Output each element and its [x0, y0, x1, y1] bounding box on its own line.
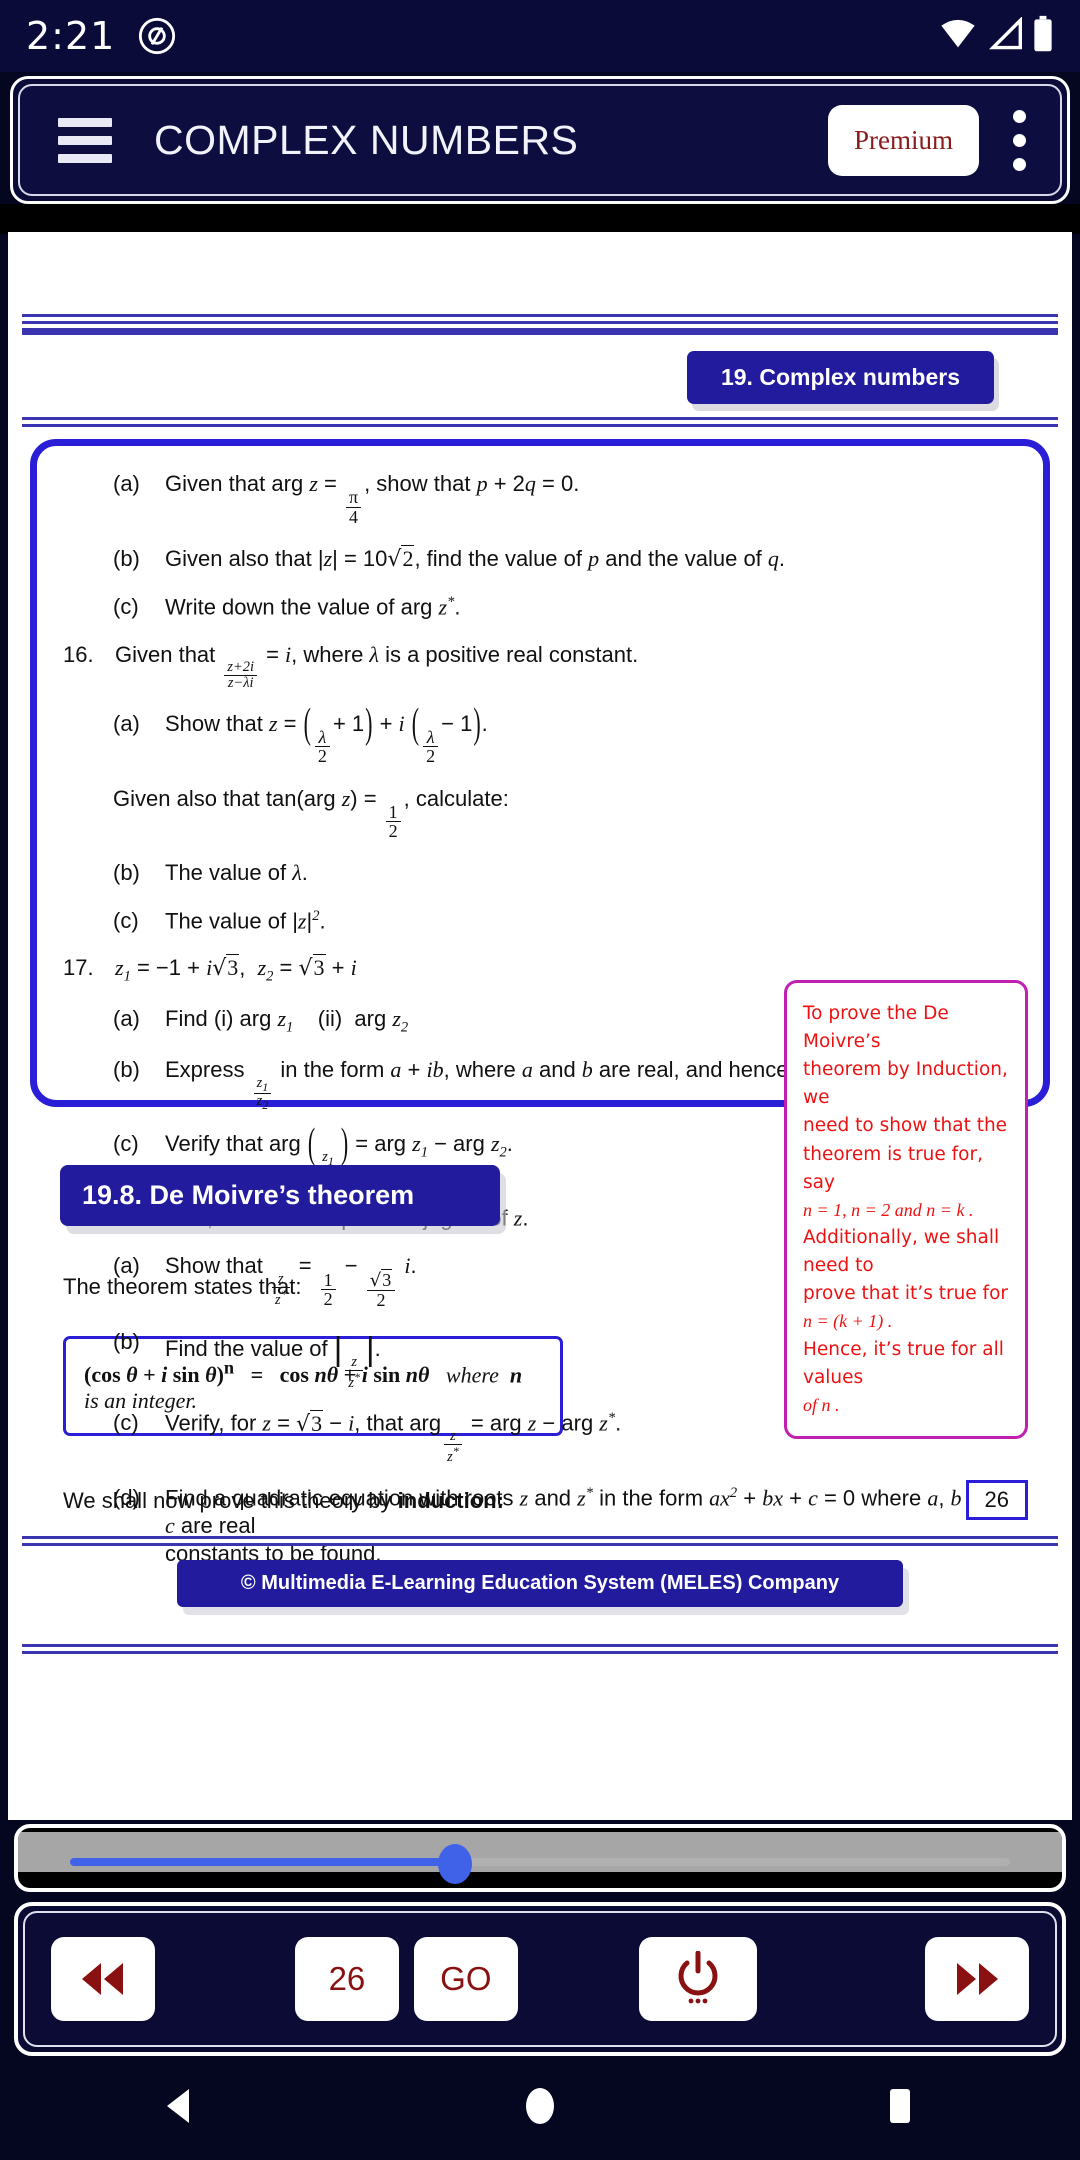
question-label: (b) — [113, 1057, 140, 1083]
question-label: (b) — [113, 1329, 140, 1355]
note-line: Additionally, we shall need to — [803, 1227, 1000, 1277]
home-circle-icon[interactable] — [515, 2081, 565, 2136]
note-line: To prove the De Moivre’s — [803, 1003, 949, 1053]
note-line: theorem is true for, say — [803, 1143, 983, 1193]
transport-bar: 26 GO — [14, 1902, 1066, 2056]
question-subitem: (b) The value of λ. — [63, 859, 1017, 887]
question-label: (b) — [113, 545, 140, 571]
question-item: 16. Given that z+2i z−λi = i, where λ is a… — [63, 641, 1017, 691]
recents-square-icon[interactable] — [875, 2081, 925, 2136]
question-text: Given also that |z| = 10√2, find the val… — [165, 544, 786, 572]
de-moivre-heading: 19.8. De Moivre’s theorem — [60, 1165, 500, 1226]
footer-rules-top — [22, 1532, 1058, 1550]
app-root: 2:21 COMPLEX NUMBERS Premium 19. Complex… — [0, 0, 1080, 2160]
page-seek-bar[interactable] — [14, 1824, 1066, 1892]
question-subitem: (a) Given that arg z = π4, show that p + … — [63, 470, 1017, 526]
note-line: theorem by Induction, we — [803, 1059, 1008, 1109]
note-line: prove that it’s true for — [803, 1283, 1008, 1305]
note-line: of n . — [803, 1395, 840, 1416]
question-label: 17. — [63, 955, 94, 981]
mid-rules — [8, 417, 1072, 427]
seek-track-background — [18, 1832, 1062, 1872]
forward-button[interactable] — [925, 1937, 1030, 2021]
battery-icon — [1032, 15, 1054, 58]
question-subitem: Given also that tan(arg z) = 12, calcula… — [63, 785, 1017, 841]
premium-button[interactable]: Premium — [828, 104, 979, 176]
question-text: Given that arg z = π4, show that p + 2q … — [165, 471, 580, 527]
question-subitem: (c) The value of |z|2. — [63, 907, 1017, 935]
question-label: (b) — [113, 860, 140, 886]
question-text: Write down the value of arg z*. — [165, 594, 461, 620]
document-page[interactable]: 19. Complex numbers (a) Given that arg z … — [8, 232, 1072, 1820]
kebab-menu-icon[interactable] — [1013, 109, 1026, 171]
question-subitem: (b) Given also that |z| = 10√2, find the … — [63, 544, 1017, 574]
top-rules — [8, 314, 1072, 335]
page-number-input[interactable]: 26 — [294, 1937, 399, 2021]
go-button[interactable]: GO — [413, 1937, 518, 2021]
status-icons — [938, 15, 1054, 58]
appbar-shadow-strip — [0, 204, 1080, 234]
footer-banner-wrap: © Multimedia E-Learning Education System… — [8, 1560, 1072, 1607]
question-label: (d) — [113, 1484, 140, 1510]
question-subitem: (d) Find a quadratic equation with roots … — [63, 1484, 1017, 1569]
back-triangle-icon[interactable] — [155, 2081, 205, 2136]
note-line: n = 1, n = 2 and n = k . — [803, 1199, 974, 1220]
page-title: COMPLEX NUMBERS — [154, 116, 579, 163]
seek-thumb[interactable] — [438, 1844, 473, 1884]
status-time: 2:21 — [26, 14, 116, 58]
rewind-button[interactable] — [51, 1937, 155, 2021]
chapter-tab: 19. Complex numbers — [686, 351, 994, 404]
question-text: Given also that tan(arg z) = 12, calcula… — [113, 785, 509, 842]
power-button[interactable] — [639, 1937, 758, 2021]
question-text: Find a quadratic equation with roots z a… — [165, 1484, 1004, 1567]
question-label: (c) — [113, 1410, 139, 1436]
android-navigation-bar — [0, 2056, 1080, 2160]
note-line: n = (k + 1) . — [803, 1311, 893, 1332]
seek-progress-fill — [70, 1858, 456, 1866]
note-line: need to show that the — [803, 1115, 1008, 1137]
question-text: Given that z+2i z−λi = i, where λ is a po… — [115, 641, 639, 691]
question-label: (a) — [113, 710, 140, 736]
question-text: The value of |z|2. — [165, 907, 326, 933]
question-text: Show that z = (λ 2 + 1) + i (λ 2− 1). — [165, 698, 488, 767]
note-line: Hence, it’s true for all values — [803, 1338, 1004, 1388]
app-bar: COMPLEX NUMBERS Premium — [10, 76, 1070, 204]
page-number-chip: 26 — [965, 1480, 1028, 1520]
question-subitem: (a) Show that z = (λ 2 + 1) + i (λ 2− 1). — [63, 698, 1017, 767]
question-label: (a) — [113, 1006, 140, 1032]
question-label: 16. — [63, 641, 94, 667]
question-label: (a) — [113, 471, 140, 496]
de-moivre-heading-wrap: 19.8. De Moivre’s theorem — [60, 1165, 500, 1226]
wifi-icon — [938, 17, 978, 56]
chapter-tab-row: 19. Complex numbers — [8, 351, 1072, 413]
question-text: The value of λ. — [165, 860, 308, 886]
footer-rules-bottom — [22, 1640, 1058, 1658]
question-label: (c) — [113, 594, 139, 620]
signal-icon — [986, 15, 1024, 56]
question-subitem: (c) Write down the value of arg z*. — [63, 593, 1017, 621]
hamburger-menu-icon[interactable] — [58, 117, 112, 163]
app-badge-icon — [137, 16, 177, 56]
induction-note-box: To prove the De Moivre’s theorem by Induc… — [784, 980, 1028, 1440]
status-bar: 2:21 — [0, 0, 1080, 72]
question-label: (c) — [113, 907, 139, 933]
question-label: (a) — [113, 1253, 140, 1279]
copyright-banner: © Multimedia E-Learning Education System… — [177, 1560, 903, 1607]
